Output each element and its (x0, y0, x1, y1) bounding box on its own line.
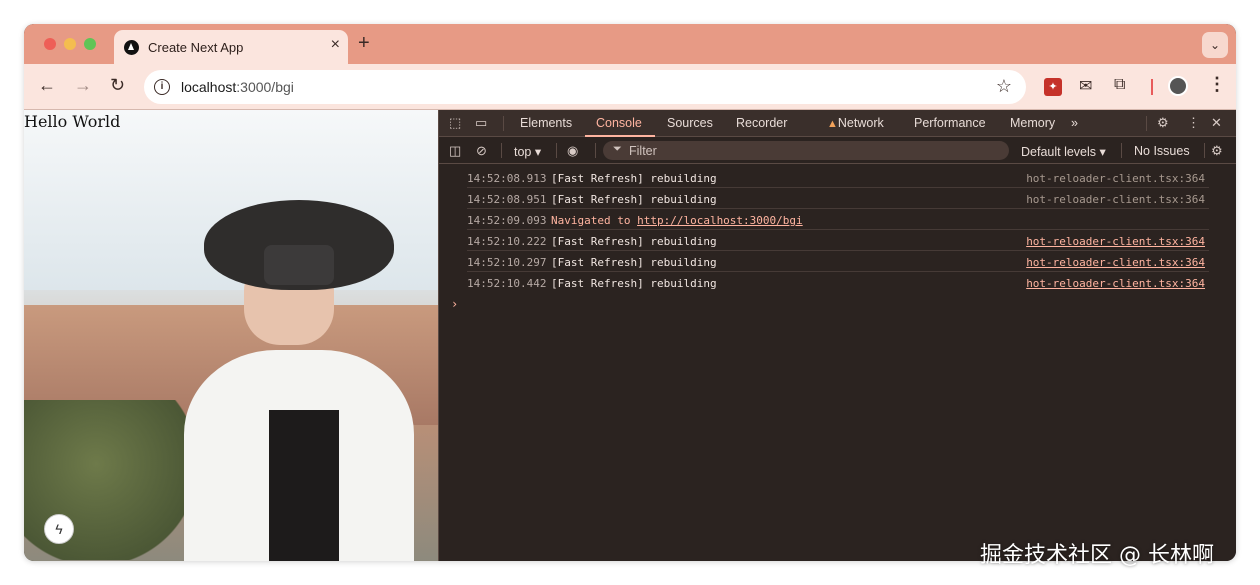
more-tabs-icon[interactable]: » (1071, 116, 1078, 130)
back-button[interactable]: ← (38, 75, 56, 96)
browser-toolbar: ← → ↻ i localhost:3000/bgi ☆ ✦ ✉ ⧉ ⋮ (24, 64, 1236, 110)
log-message: [Fast Refresh] rebuilding (551, 256, 717, 269)
maximize-window-button[interactable] (84, 38, 96, 50)
log-levels-dropdown[interactable]: Default levels ▾ (1021, 144, 1106, 159)
background-photo-woman-with-camera (174, 200, 414, 561)
log-message: Navigated to http://localhost:3000/bgi (551, 214, 803, 227)
tab-elements[interactable]: Elements (520, 116, 572, 130)
toolbar-divider (1151, 79, 1153, 95)
log-source-link[interactable]: hot-reloader-client.tsx:364 (1026, 235, 1205, 248)
devtools-tab-bar: ⬚ ▭ Elements Console Sources Recorder ▲N… (439, 110, 1236, 137)
close-window-button[interactable] (44, 38, 56, 50)
browser-menu-icon[interactable]: ⋮ (1208, 74, 1226, 95)
web-page: Hello World ϟ (24, 110, 438, 561)
browser-window: Create Next App × + ⌄ ← → ↻ i localhost:… (24, 24, 1236, 561)
url-path: :3000/bgi (236, 79, 294, 95)
page-heading: Hello World (24, 112, 121, 131)
tab-close-icon[interactable]: × (331, 36, 340, 54)
mail-extension-icon[interactable]: ✉ (1079, 76, 1092, 96)
tab-console[interactable]: Console (596, 116, 642, 130)
log-source-link[interactable]: hot-reloader-client.tsx:364 (1026, 256, 1205, 269)
log-timestamp: 14:52:10.222 (467, 235, 547, 248)
devtools-panel: ⬚ ▭ Elements Console Sources Recorder ▲N… (438, 110, 1236, 561)
filter-separator (501, 143, 502, 158)
context-selector[interactable]: top ▾ (514, 144, 541, 159)
photo-camera (264, 245, 334, 285)
new-tab-button[interactable]: + (358, 32, 370, 55)
console-prompt[interactable]: › (451, 297, 458, 311)
log-timestamp: 14:52:08.913 (467, 172, 547, 185)
clear-console-icon[interactable]: ⊘ (476, 143, 487, 159)
sidebar-toggle-icon[interactable]: ◫ (449, 143, 461, 159)
settings-gear-icon[interactable]: ⚙ (1157, 115, 1169, 131)
minimize-window-button[interactable] (64, 38, 76, 50)
console-filter-input[interactable]: ⏷ Filter (603, 141, 1009, 160)
inspect-element-icon[interactable]: ⬚ (449, 115, 461, 131)
log-timestamp: 14:52:10.297 (467, 256, 547, 269)
extension-red-icon[interactable]: ✦ (1044, 78, 1062, 96)
tab-performance[interactable]: Performance (914, 116, 986, 130)
log-row: 14:52:08.951 [Fast Refresh] rebuilding h… (467, 188, 1209, 209)
log-row: 14:52:10.442 [Fast Refresh] rebuilding h… (467, 272, 1209, 293)
tab-bar: Create Next App × + ⌄ (24, 24, 1236, 64)
bookmark-star-icon[interactable]: ☆ (996, 76, 1012, 97)
tab-sources[interactable]: Sources (667, 116, 713, 130)
tab-recorder[interactable]: Recorder (736, 116, 787, 130)
tab-create-next-app[interactable]: Create Next App × (114, 30, 348, 64)
log-source: hot-reloader-client.tsx:364 (1026, 172, 1205, 185)
filter-placeholder: Filter (629, 144, 657, 158)
log-timestamp: 14:52:10.442 (467, 277, 547, 290)
url-host: localhost (181, 79, 237, 95)
live-expression-eye-icon[interactable]: ◉ (567, 143, 578, 159)
tab-network[interactable]: ▲Network (827, 116, 884, 130)
extensions-puzzle-icon[interactable]: ⧉ (1114, 76, 1125, 94)
reload-button[interactable]: ↻ (110, 75, 125, 96)
navigation-link[interactable]: http://localhost:3000/bgi (637, 214, 803, 227)
tab-network-label: Network (837, 116, 884, 130)
tab-memory[interactable]: Memory (1010, 116, 1055, 130)
device-toolbar-icon[interactable]: ▭ (475, 115, 487, 131)
tab-separator (1146, 116, 1147, 131)
close-devtools-icon[interactable]: ✕ (1211, 115, 1222, 131)
tab-title: Create Next App (148, 40, 244, 55)
site-info-icon[interactable]: i (154, 79, 170, 95)
log-source: hot-reloader-client.tsx:364 (1026, 193, 1205, 206)
log-message: [Fast Refresh] rebuilding (551, 193, 717, 206)
log-message: [Fast Refresh] rebuilding (551, 172, 717, 185)
console-toolbar: ◫ ⊘ top ▾ ◉ ⏷ Filter Default levels ▾ No… (439, 137, 1236, 164)
filter-icon: ⏷ (613, 143, 622, 155)
url-text[interactable]: localhost:3000/bgi (181, 79, 294, 95)
log-source-link[interactable]: hot-reloader-client.tsx:364 (1026, 277, 1205, 290)
log-timestamp: 14:52:09.093 (467, 214, 547, 227)
console-log-list: 14:52:08.913 [Fast Refresh] rebuilding h… (439, 165, 1236, 561)
address-bar[interactable]: i localhost:3000/bgi ☆ (144, 70, 1026, 104)
profile-avatar[interactable] (1168, 76, 1188, 96)
console-settings-gear-icon[interactable]: ⚙ (1211, 143, 1223, 159)
filter-separator (556, 143, 557, 158)
issues-counter[interactable]: No Issues (1134, 144, 1190, 158)
warning-icon: ▲ (827, 118, 838, 130)
photo-top (269, 410, 339, 561)
log-row: 14:52:10.222 [Fast Refresh] rebuilding h… (467, 230, 1209, 251)
filter-separator (1121, 143, 1122, 158)
nav-prefix: Navigated to (551, 214, 638, 227)
log-message: [Fast Refresh] rebuilding (551, 277, 717, 290)
forward-button[interactable]: → (74, 75, 92, 96)
filter-separator (595, 143, 596, 158)
devtools-menu-icon[interactable]: ⋮ (1187, 115, 1200, 131)
log-timestamp: 14:52:08.951 (467, 193, 547, 206)
filter-separator (1204, 143, 1205, 158)
log-row: 14:52:10.297 [Fast Refresh] rebuilding h… (467, 251, 1209, 272)
log-row: 14:52:09.093 Navigated to http://localho… (467, 209, 1209, 230)
watermark-text: 掘金技术社区 @ 长林啊 (980, 543, 1214, 568)
tab-search-button[interactable]: ⌄ (1202, 32, 1228, 58)
log-row: 14:52:08.913 [Fast Refresh] rebuilding h… (467, 167, 1209, 188)
tab-separator (503, 116, 504, 131)
next-dev-indicator-button[interactable]: ϟ (44, 514, 74, 544)
log-message: [Fast Refresh] rebuilding (551, 235, 717, 248)
nextjs-favicon-icon (124, 40, 139, 55)
